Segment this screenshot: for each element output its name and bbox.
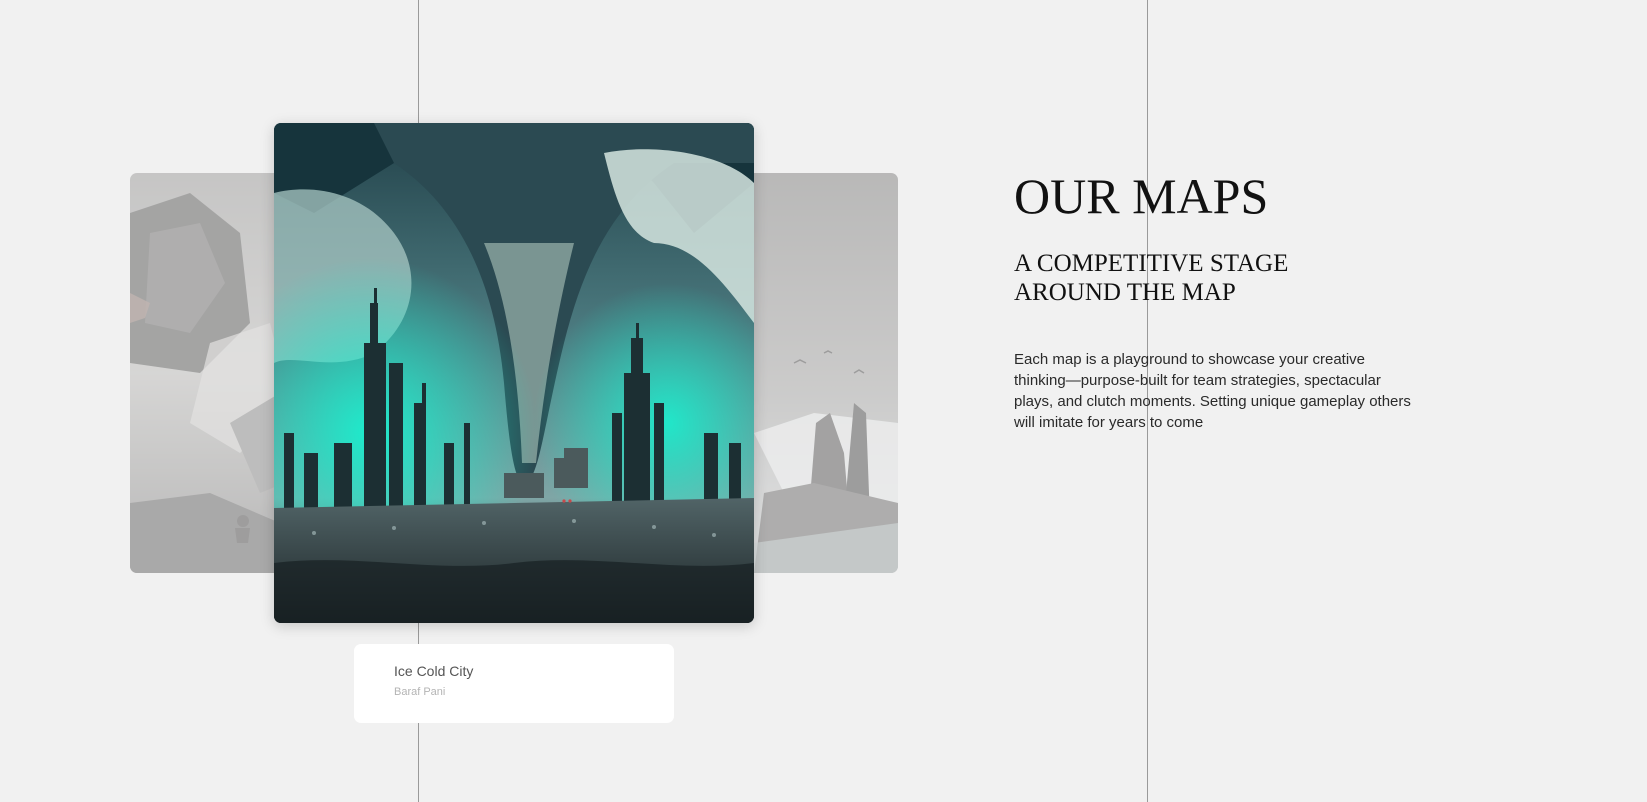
ice-cold-city-map-image <box>274 123 754 623</box>
maps-info-section: OUR MAPS A COMPETITIVE STAGE AROUND THE … <box>1014 168 1434 433</box>
section-subheading: A COMPETITIVE STAGE AROUND THE MAP <box>1014 250 1289 306</box>
section-heading: OUR MAPS <box>1014 168 1269 224</box>
map-caption-card: Ice Cold City Baraf Pani <box>354 644 674 723</box>
map-subtitle: Baraf Pani <box>394 686 446 698</box>
current-map-card[interactable] <box>274 123 754 623</box>
map-name: Ice Cold City <box>394 663 474 679</box>
section-description: Each map is a playground to showcase you… <box>1014 351 1411 431</box>
